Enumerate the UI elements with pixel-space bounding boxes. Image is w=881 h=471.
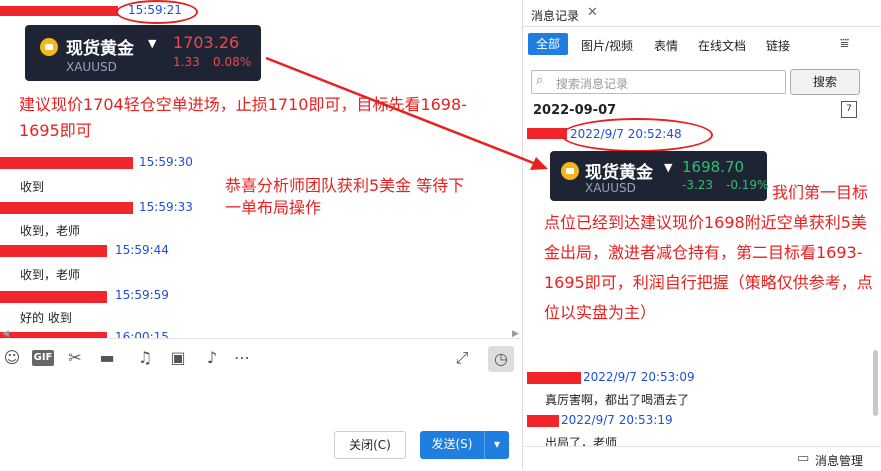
annotation-arrow xyxy=(265,56,548,170)
